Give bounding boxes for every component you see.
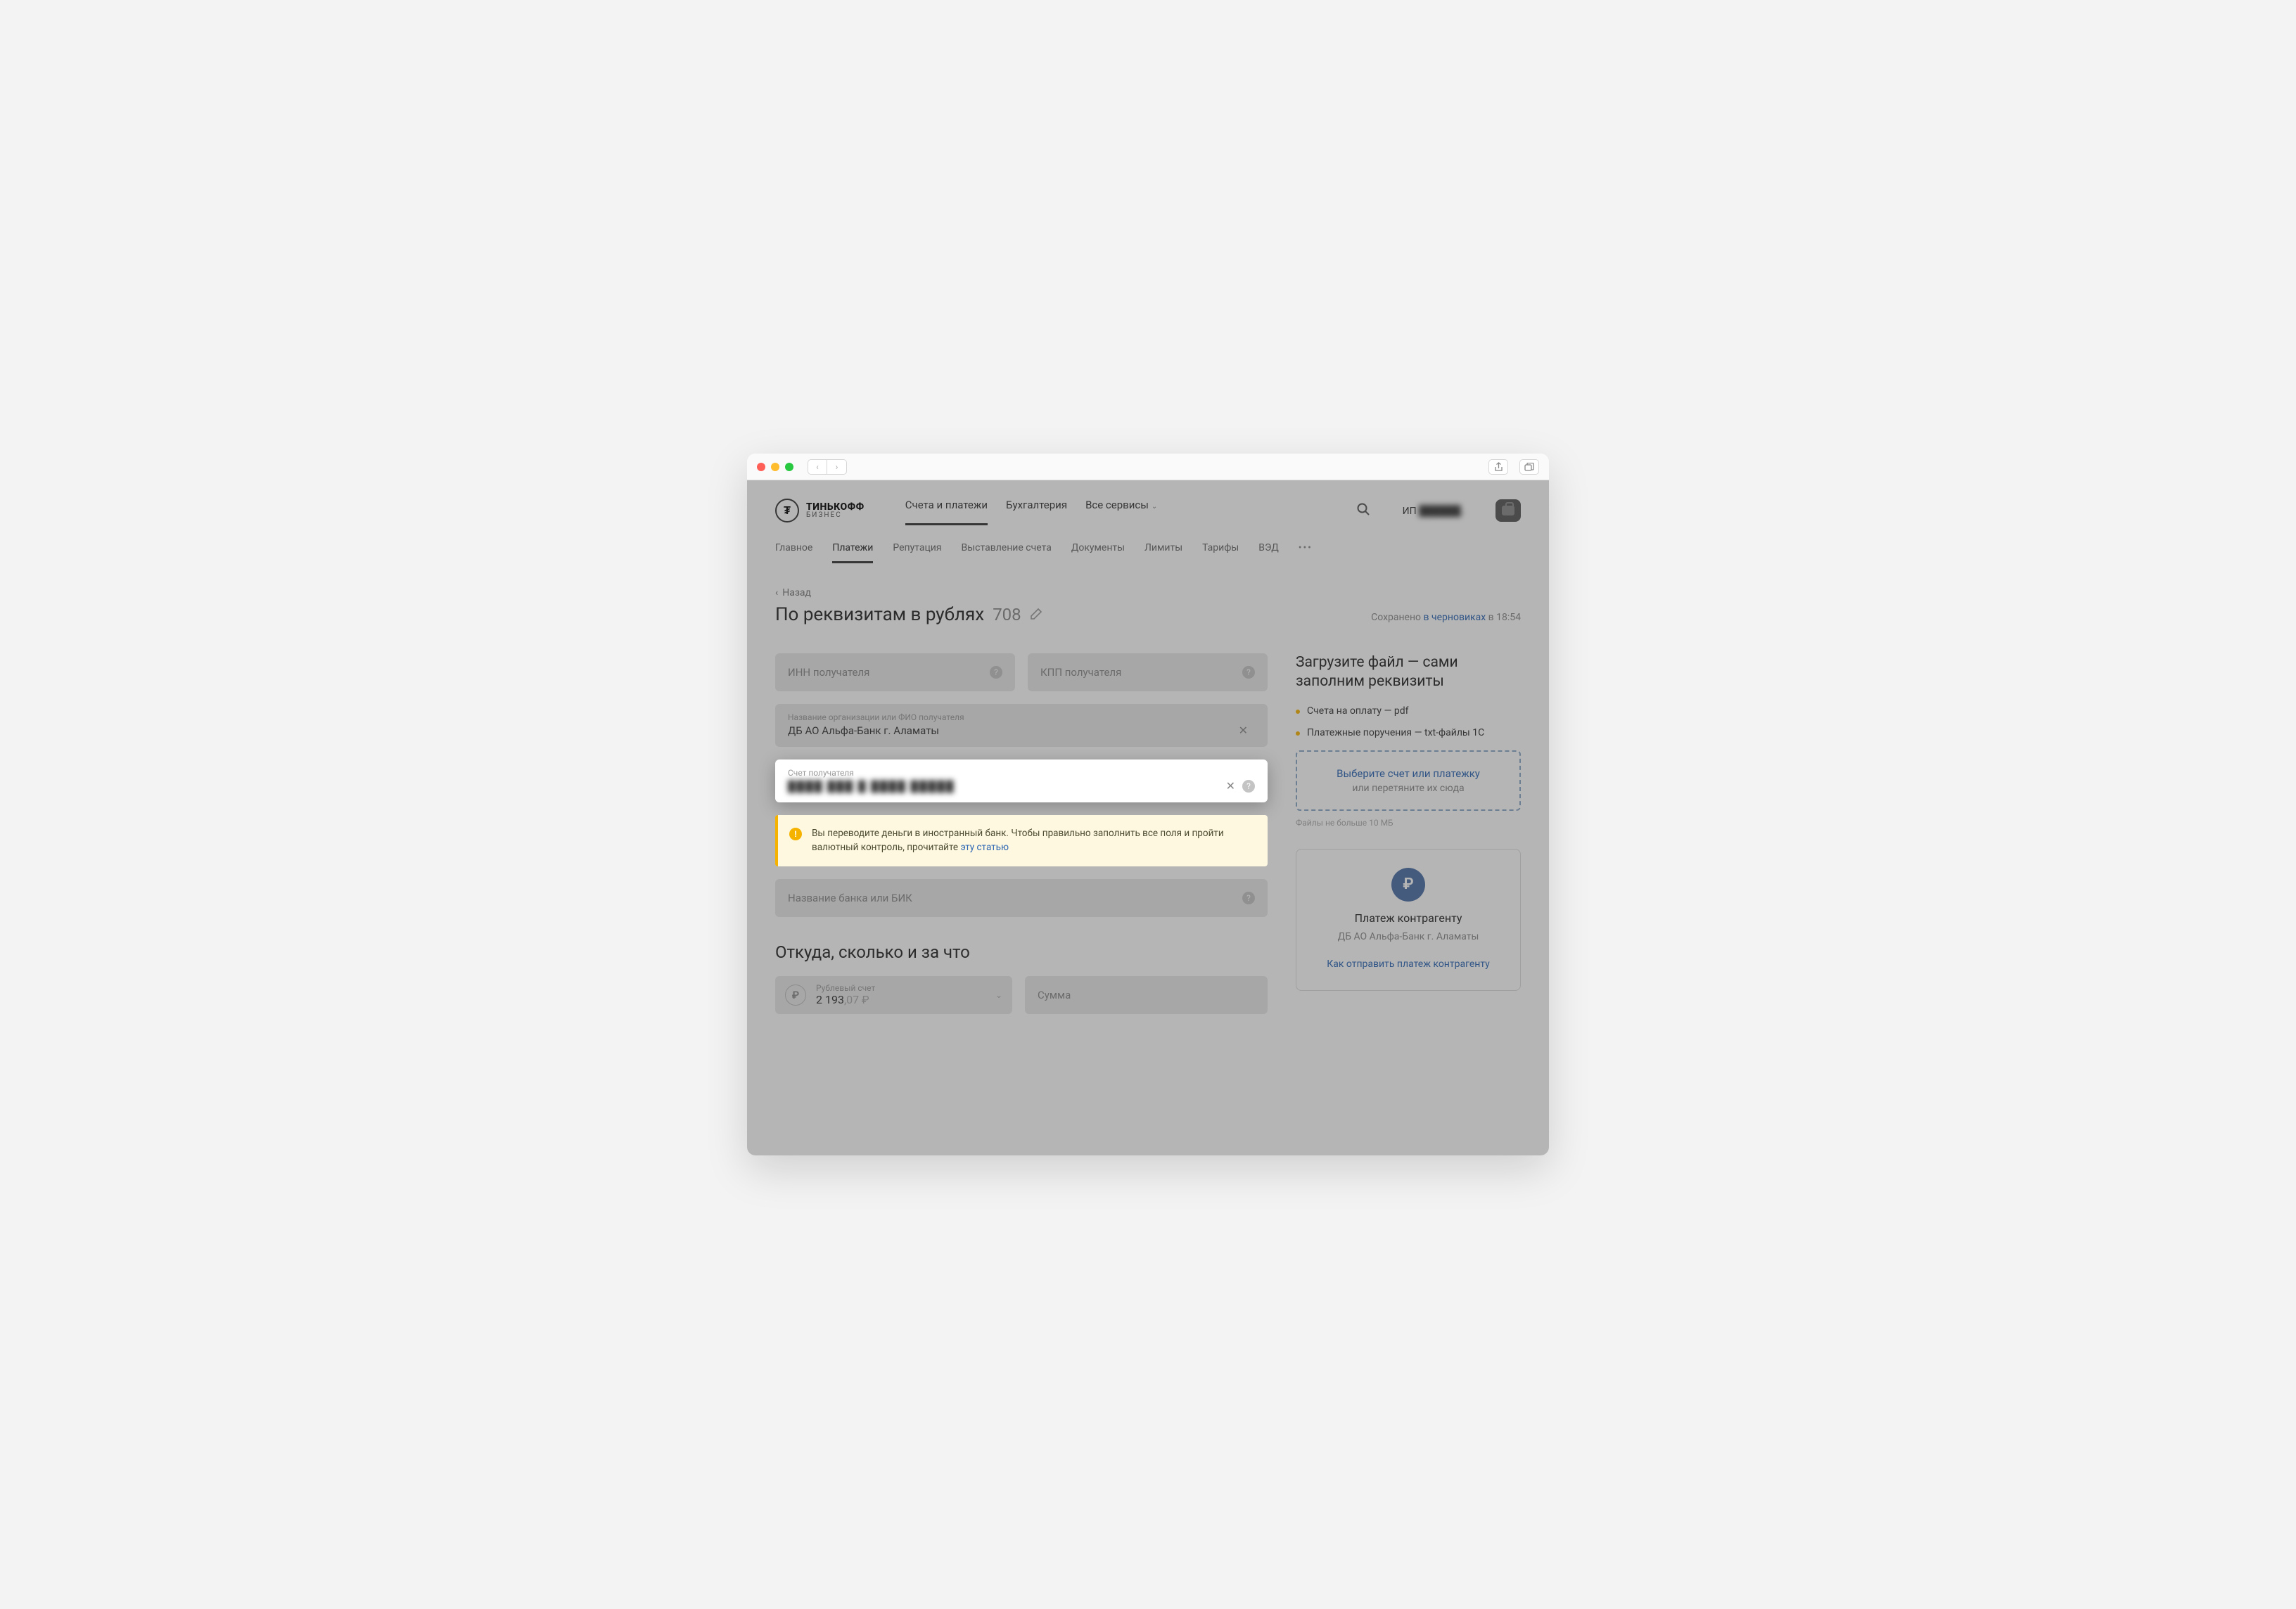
top-nav-all-services[interactable]: Все сервисы⌄ xyxy=(1085,499,1157,523)
source-account-select[interactable]: ₽ Рублевый счет 2 193,07 ₽ ⌄ xyxy=(775,976,1012,1014)
chevron-down-icon: ⌄ xyxy=(1152,503,1157,511)
chevron-down-icon: ⌄ xyxy=(995,990,1002,1000)
search-icon xyxy=(1356,502,1370,516)
ruble-circle-icon: ₽ xyxy=(1391,868,1425,902)
briefcase-button[interactable] xyxy=(1495,499,1521,522)
logo[interactable]: ₮ ТИНЬКОФФ БИЗНЕС xyxy=(775,499,865,523)
nav-arrows: ‹ › xyxy=(808,459,847,475)
clear-org-button[interactable]: ✕ xyxy=(1239,724,1248,737)
page-number: 708 xyxy=(993,605,1021,624)
inn-field[interactable]: ИНН получателя ? xyxy=(775,653,1015,691)
logo-text-1: ТИНЬКОФФ xyxy=(806,502,865,512)
subnav-payments[interactable]: Платежи xyxy=(832,542,873,563)
share-button[interactable] xyxy=(1488,459,1508,475)
section-from-amount-title: Откуда, сколько и за что xyxy=(775,942,1268,962)
subnav-limits[interactable]: Лимиты xyxy=(1144,542,1182,563)
company-name[interactable]: ИП ██████.. xyxy=(1403,505,1466,517)
saved-note: Сохранено в черновиках в 18:54 xyxy=(1371,612,1521,623)
app-header: ₮ ТИНЬКОФФ БИЗНЕС Счета и платежи Бухгал… xyxy=(775,480,1521,528)
warning-icon: ! xyxy=(789,828,802,840)
window-close-icon[interactable] xyxy=(757,463,765,471)
form-column: ИНН получателя ? КПП получателя ? Назван… xyxy=(775,653,1268,1027)
amount-field[interactable]: Сумма xyxy=(1025,976,1268,1014)
subnav-main[interactable]: Главное xyxy=(775,542,812,563)
kpp-field[interactable]: КПП получателя ? xyxy=(1028,653,1268,691)
browser-window: ‹ › ₮ ТИНЬКОФФ БИЗНЕС Сч xyxy=(747,454,1549,1155)
tabs-icon xyxy=(1524,463,1534,471)
subnav-ved[interactable]: ВЭД xyxy=(1258,542,1279,563)
subnav-documents[interactable]: Документы xyxy=(1071,542,1125,563)
top-nav: Счета и платежи Бухгалтерия Все сервисы⌄ xyxy=(905,499,1158,523)
drop-choose-link[interactable]: Выберите счет или платежку xyxy=(1306,767,1511,780)
window-minimize-icon[interactable] xyxy=(771,463,779,471)
warning-article-link[interactable]: эту статью xyxy=(960,842,1009,853)
page-title: По реквизитам в рублях xyxy=(775,604,984,625)
card-title: Платеж контрагенту xyxy=(1309,911,1507,925)
chevron-left-icon: ‹ xyxy=(775,587,778,598)
side-column: Загрузите файл — сами заполним реквизиты… xyxy=(1296,653,1521,1027)
upload-bullet: Счета на оплату — pdf xyxy=(1296,705,1521,719)
subnav-reputation[interactable]: Репутация xyxy=(893,542,941,563)
logo-emblem-icon: ₮ xyxy=(775,499,799,523)
subnav-tariffs[interactable]: Тарифы xyxy=(1202,542,1239,563)
top-nav-accounting[interactable]: Бухгалтерия xyxy=(1006,499,1067,523)
card-subtitle: ДБ АО Альфа-Банк г. Аламаты xyxy=(1309,930,1507,944)
nav-forward-button[interactable]: › xyxy=(827,459,847,475)
card-how-to-link[interactable]: Как отправить платеж контрагенту xyxy=(1327,959,1490,970)
help-icon[interactable]: ? xyxy=(1242,666,1255,679)
subnav-invoice[interactable]: Выставление счета xyxy=(962,542,1052,563)
edit-title-button[interactable] xyxy=(1030,608,1042,624)
traffic-lights xyxy=(757,463,793,471)
search-button[interactable] xyxy=(1356,502,1370,520)
briefcase-icon xyxy=(1502,506,1514,515)
share-icon xyxy=(1494,462,1503,472)
help-icon[interactable]: ? xyxy=(1242,892,1255,904)
org-name-field[interactable]: Название организации или ФИО получателя … xyxy=(775,704,1268,747)
sub-nav: Главное Платежи Репутация Выставление сч… xyxy=(775,528,1521,563)
upload-bullet: Платежные поручения — txt-файлы 1С xyxy=(1296,726,1521,741)
upload-size-note: Файлы не больше 10 МБ xyxy=(1296,818,1521,828)
upload-title: Загрузите файл — сами заполним реквизиты xyxy=(1296,653,1521,692)
logo-text-2: БИЗНЕС xyxy=(806,512,865,519)
nav-back-button[interactable]: ‹ xyxy=(808,459,827,475)
bullet-icon xyxy=(1296,710,1300,714)
bullet-icon xyxy=(1296,731,1300,736)
edit-icon xyxy=(1030,608,1042,620)
help-icon[interactable]: ? xyxy=(1242,780,1255,793)
recipient-account-field[interactable]: Счет получателя ████ ███ █ ████ █████ ✕ … xyxy=(775,759,1268,802)
file-drop-zone[interactable]: Выберите счет или платежку или перетянит… xyxy=(1296,750,1521,811)
help-icon[interactable]: ? xyxy=(990,666,1002,679)
counterparty-card: ₽ Платеж контрагенту ДБ АО Альфа-Банк г.… xyxy=(1296,849,1521,991)
subnav-more[interactable]: ••• xyxy=(1299,542,1313,563)
tabs-button[interactable] xyxy=(1519,459,1539,475)
window-zoom-icon[interactable] xyxy=(785,463,793,471)
top-nav-accounts[interactable]: Счета и платежи xyxy=(905,499,988,523)
clear-account-button[interactable]: ✕ xyxy=(1226,779,1235,793)
saved-drafts-link[interactable]: в черновиках xyxy=(1424,612,1486,623)
bank-bic-field[interactable]: Название банка или БИК ? xyxy=(775,879,1268,917)
foreign-bank-warning: ! Вы переводите деньги в иностранный бан… xyxy=(775,815,1268,866)
back-link[interactable]: ‹ Назад xyxy=(775,587,1521,598)
titlebar: ‹ › xyxy=(747,454,1549,480)
ruble-icon: ₽ xyxy=(785,985,806,1006)
